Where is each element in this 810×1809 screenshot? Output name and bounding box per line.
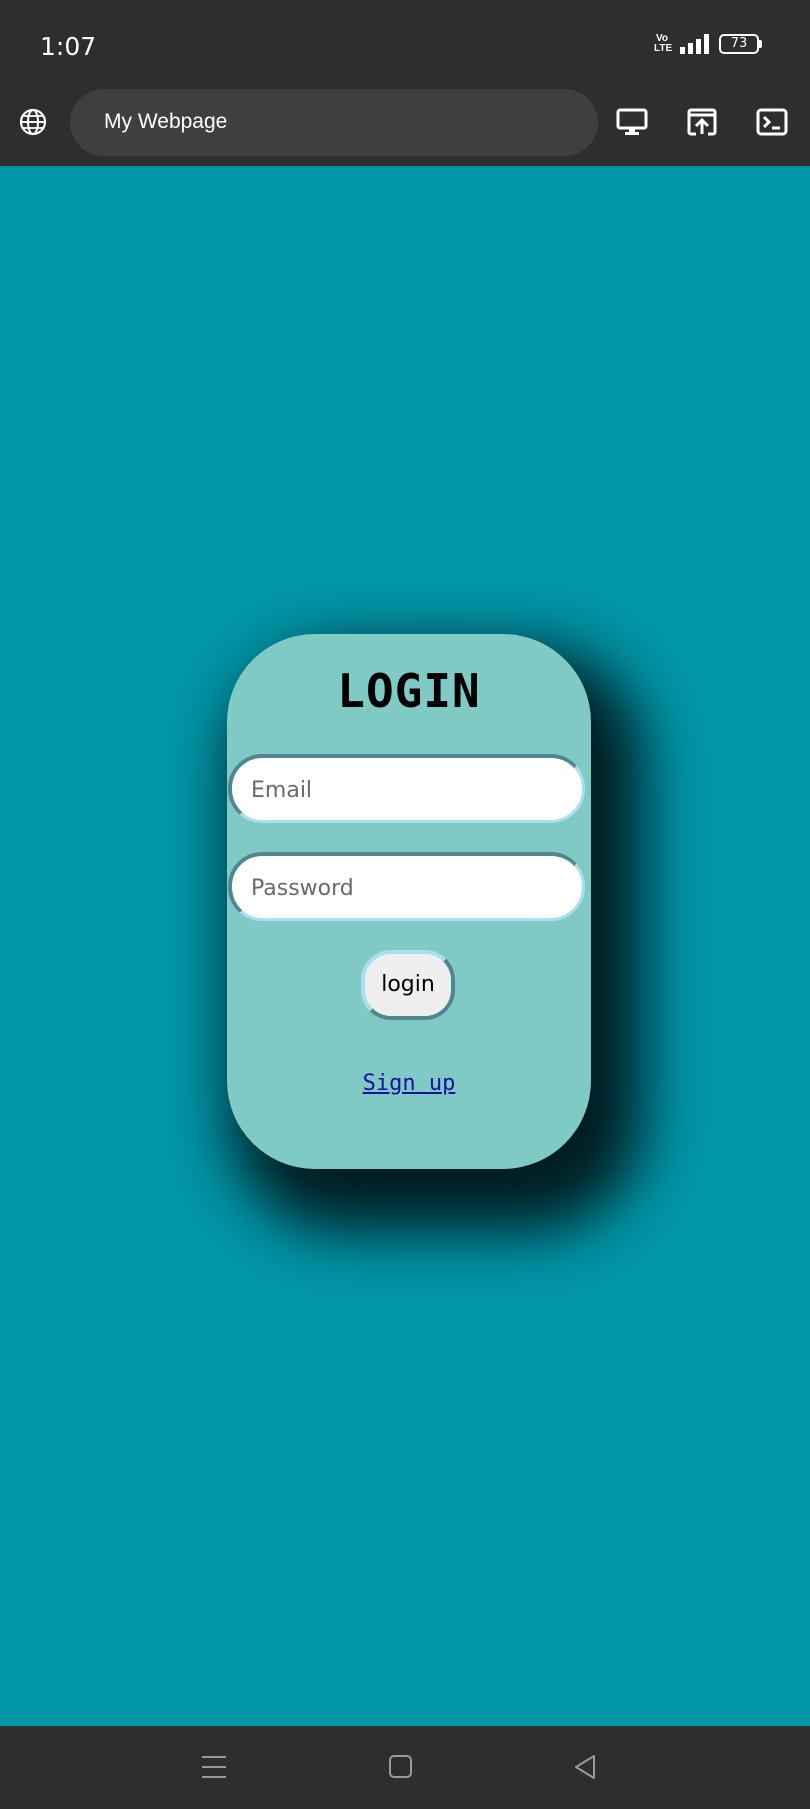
- status-bar: 1:07 Vo LTE 73: [0, 0, 810, 88]
- address-bar[interactable]: My Webpage: [70, 89, 598, 156]
- email-placeholder: Email: [251, 778, 313, 803]
- login-card: LOGIN Email Password login Sign up: [227, 634, 591, 1169]
- volte-bottom-label: LTE: [654, 43, 673, 54]
- login-button[interactable]: login: [361, 950, 455, 1020]
- terminal-icon[interactable]: [756, 106, 788, 138]
- login-title: LOGIN: [337, 664, 481, 718]
- browser-toolbar: My Webpage: [0, 88, 810, 166]
- status-time: 1:07: [40, 32, 97, 61]
- signal-icon: [680, 34, 709, 54]
- system-navigation-bar: [0, 1726, 810, 1809]
- sign-up-link[interactable]: Sign up: [227, 1071, 591, 1096]
- password-field[interactable]: Password: [228, 852, 585, 921]
- desktop-icon[interactable]: [616, 106, 648, 138]
- battery-icon: 73: [719, 34, 762, 54]
- home-icon[interactable]: [389, 1755, 412, 1778]
- globe-icon[interactable]: [18, 107, 48, 137]
- menu-icon[interactable]: [202, 1756, 226, 1778]
- back-icon[interactable]: [573, 1754, 597, 1780]
- page-title: My Webpage: [104, 110, 228, 133]
- open-in-browser-icon[interactable]: [686, 106, 718, 138]
- email-field[interactable]: Email: [228, 754, 585, 823]
- status-indicators: Vo LTE 73: [654, 34, 762, 54]
- password-placeholder: Password: [251, 876, 354, 901]
- battery-level: 73: [719, 34, 759, 54]
- volte-icon: Vo LTE: [654, 34, 673, 54]
